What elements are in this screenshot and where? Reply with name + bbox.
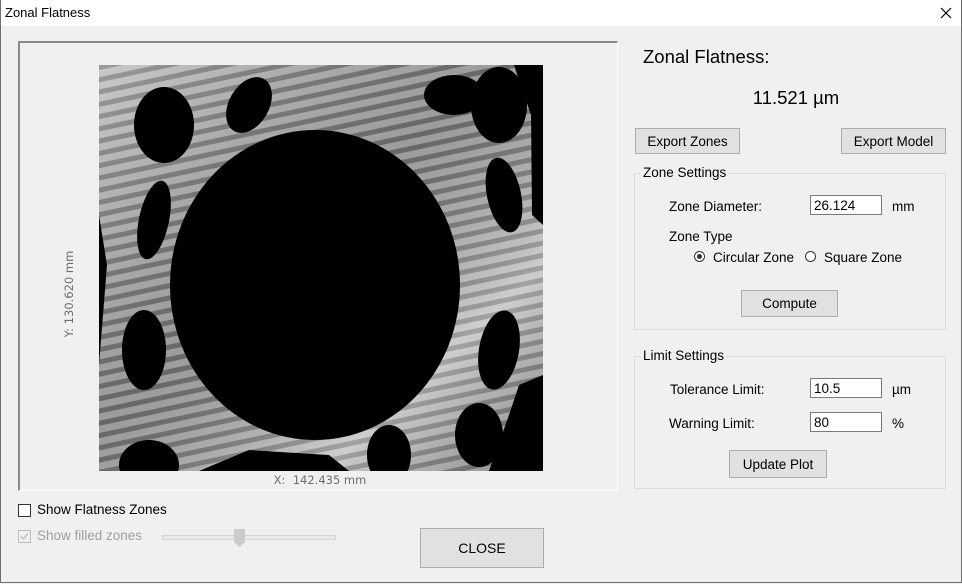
circular-zone-radio[interactable] — [694, 251, 705, 262]
checkmark-icon — [20, 533, 29, 540]
bore-hole — [170, 130, 460, 440]
zone-type-label: Zone Type — [669, 229, 733, 244]
close-icon — [940, 7, 952, 19]
square-zone-radio[interactable] — [805, 251, 816, 262]
tolerance-limit-unit: µm — [892, 382, 912, 397]
warning-limit-unit: % — [892, 416, 905, 431]
show-flatness-zones-label[interactable]: Show Flatness Zones — [37, 502, 167, 517]
export-zones-button[interactable]: Export Zones — [635, 128, 740, 154]
fill-opacity-slider-thumb[interactable] — [234, 529, 246, 547]
show-flatness-zones-checkbox[interactable] — [18, 504, 31, 517]
update-plot-button[interactable]: Update Plot — [729, 450, 827, 478]
tolerance-limit-input[interactable] — [810, 378, 882, 398]
export-model-button[interactable]: Export Model — [841, 128, 946, 154]
close-button[interactable]: CLOSE — [420, 528, 544, 568]
show-filled-zones-label[interactable]: Show filled zones — [37, 528, 142, 543]
title-bar: Zonal Flatness — [1, 0, 961, 26]
flatness-map-panel: Y: 130.620 mm X: 142.435 mm — [18, 41, 618, 491]
close-window-button[interactable] — [931, 0, 961, 26]
tolerance-limit-label: Tolerance Limit: — [670, 382, 765, 397]
circular-zone-label[interactable]: Circular Zone — [713, 250, 794, 265]
y-dimension-label: Y: 130.620 mm — [62, 250, 76, 338]
hole-4 — [424, 75, 484, 115]
fill-opacity-slider-track[interactable] — [162, 535, 336, 540]
result-value: 11.521 µm — [752, 87, 840, 108]
compute-button[interactable]: Compute — [741, 290, 838, 317]
show-filled-zones-checkbox[interactable] — [18, 530, 31, 543]
warning-limit-label: Warning Limit: — [669, 416, 755, 431]
zone-diameter-label: Zone Diameter: — [669, 199, 763, 214]
result-title: Zonal Flatness: — [643, 46, 770, 67]
hole-9 — [455, 403, 503, 467]
flatness-map-image[interactable] — [99, 65, 543, 471]
limit-settings-legend: Limit Settings — [641, 348, 727, 363]
warning-limit-input[interactable] — [810, 412, 882, 432]
zone-settings-legend: Zone Settings — [641, 165, 729, 180]
zone-diameter-input[interactable] — [810, 195, 882, 215]
window-title: Zonal Flatness — [5, 5, 91, 20]
zone-diameter-unit: mm — [892, 199, 915, 214]
hole-7 — [122, 310, 166, 390]
square-zone-label[interactable]: Square Zone — [824, 250, 902, 265]
x-dimension-label: X: 142.435 mm — [273, 473, 367, 487]
zonal-flatness-window: Zonal Flatness Y: 130.620 mm X: 142.435 … — [0, 0, 962, 583]
hole-1 — [134, 87, 194, 163]
